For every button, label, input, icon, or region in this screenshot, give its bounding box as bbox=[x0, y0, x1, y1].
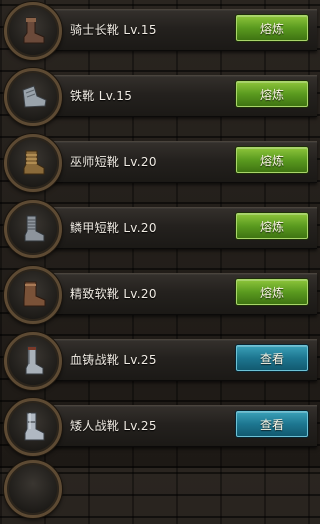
iron-boots-icon bbox=[22, 85, 47, 108]
smelt-button[interactable]: 熔炼 bbox=[236, 81, 308, 107]
item-name: 鳞甲短靴 Lv.20 bbox=[70, 221, 157, 235]
list-item: 血铸战靴 Lv.25 查看 bbox=[0, 330, 319, 396]
item-icon-frame[interactable] bbox=[4, 134, 62, 192]
wizard-boots-icon bbox=[23, 150, 45, 175]
dwarf-boots-icon bbox=[24, 412, 45, 441]
smelt-button[interactable]: 熔炼 bbox=[236, 147, 308, 173]
item-icon-frame[interactable] bbox=[4, 200, 62, 258]
item-icon-frame[interactable] bbox=[4, 460, 62, 518]
item-icon-frame[interactable] bbox=[4, 68, 62, 126]
fine-soft-boots-icon bbox=[23, 281, 46, 307]
list-item: 矮人战靴 Lv.25 查看 bbox=[0, 396, 319, 462]
list-item: 巫师短靴 Lv.20 熔炼 bbox=[0, 132, 319, 198]
item-name: 矮人战靴 Lv.25 bbox=[70, 419, 157, 433]
view-button[interactable]: 查看 bbox=[236, 345, 308, 371]
item-icon-frame[interactable] bbox=[4, 266, 62, 324]
item-name: 铁靴 Lv.15 bbox=[70, 89, 133, 103]
boots-list: 骑士长靴 Lv.15 熔炼 铁靴 Lv.15 熔炼 巫师短靴 Lv.20 熔炼 bbox=[0, 0, 319, 518]
list-item: 铁靴 Lv.15 熔炼 bbox=[0, 66, 319, 132]
item-name: 血铸战靴 Lv.25 bbox=[70, 353, 157, 367]
item-icon-frame[interactable] bbox=[4, 332, 62, 390]
smelt-button[interactable]: 熔炼 bbox=[236, 15, 308, 41]
item-icon-frame[interactable] bbox=[4, 398, 62, 456]
item-name: 精致软靴 Lv.20 bbox=[70, 287, 157, 301]
item-icon-frame[interactable] bbox=[4, 2, 62, 60]
knight-boots-icon bbox=[23, 17, 45, 44]
list-item: 精致软靴 Lv.20 熔炼 bbox=[0, 264, 319, 330]
item-name: 骑士长靴 Lv.15 bbox=[70, 23, 157, 37]
smelt-button[interactable]: 熔炼 bbox=[236, 213, 308, 239]
list-item: 鳞甲短靴 Lv.20 熔炼 bbox=[0, 198, 319, 264]
item-name: 巫师短靴 Lv.20 bbox=[70, 155, 157, 169]
scale-boots-icon bbox=[24, 215, 45, 242]
view-button[interactable]: 查看 bbox=[236, 411, 308, 437]
list-item: 骑士长靴 Lv.15 熔炼 bbox=[0, 0, 319, 66]
smelt-button[interactable]: 熔炼 bbox=[236, 279, 308, 305]
bloodforged-boots-icon bbox=[25, 346, 44, 375]
